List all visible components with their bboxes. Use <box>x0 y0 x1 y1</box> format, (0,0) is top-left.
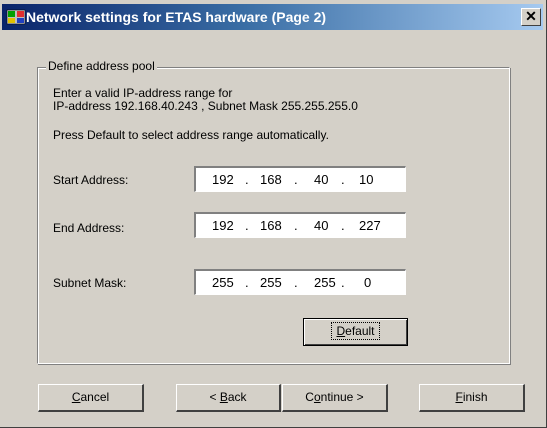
cancel-button[interactable]: Cancel <box>38 384 144 412</box>
default-button[interactable]: Default <box>303 318 408 346</box>
start-address-input[interactable]: 192 . 168 . 40 . 10 <box>194 166 406 192</box>
octet-3: 40 <box>314 218 329 233</box>
octet-4: 0 <box>364 275 372 290</box>
continue-button[interactable]: Continue > <box>282 384 388 412</box>
octet-1: 192 <box>212 172 234 187</box>
octet-4: 227 <box>359 218 381 233</box>
end-address-input[interactable]: 192 . 168 . 40 . 227 <box>194 212 406 238</box>
finish-button[interactable]: Finish <box>419 384 525 412</box>
octet-3: 40 <box>314 172 329 187</box>
octet-1: 192 <box>212 218 234 233</box>
octet-3: 255 <box>314 275 336 290</box>
close-icon[interactable]: ✕ <box>521 8 541 26</box>
default-hint-text: Press Default to select address range au… <box>53 128 329 142</box>
focus-rect: Default <box>331 322 380 340</box>
octet-4: 10 <box>359 172 374 187</box>
intro-text-line2: IP-address 192.168.40.243 , Subnet Mask … <box>53 99 358 113</box>
intro-text-line1: Enter a valid IP-address range for <box>53 86 233 100</box>
network-settings-dialog: Network settings for ETAS hardware (Page… <box>0 0 547 428</box>
octet-2: 255 <box>260 275 282 290</box>
octet-1: 255 <box>212 275 234 290</box>
end-address-label: End Address: <box>53 221 125 235</box>
subnet-mask-label: Subnet Mask: <box>53 276 127 290</box>
subnet-mask-input[interactable]: 255 . 255 . 255 . 0 <box>194 269 406 295</box>
octet-2: 168 <box>260 172 282 187</box>
back-button[interactable]: < Back <box>176 384 281 412</box>
etas-network-icon <box>6 9 26 25</box>
group-legend: Define address pool <box>46 59 157 73</box>
start-address-label: Start Address: <box>53 173 129 187</box>
window-title: Network settings for ETAS hardware (Page… <box>26 9 327 25</box>
octet-2: 168 <box>260 218 282 233</box>
title-bar[interactable]: Network settings for ETAS hardware (Page… <box>2 4 543 30</box>
